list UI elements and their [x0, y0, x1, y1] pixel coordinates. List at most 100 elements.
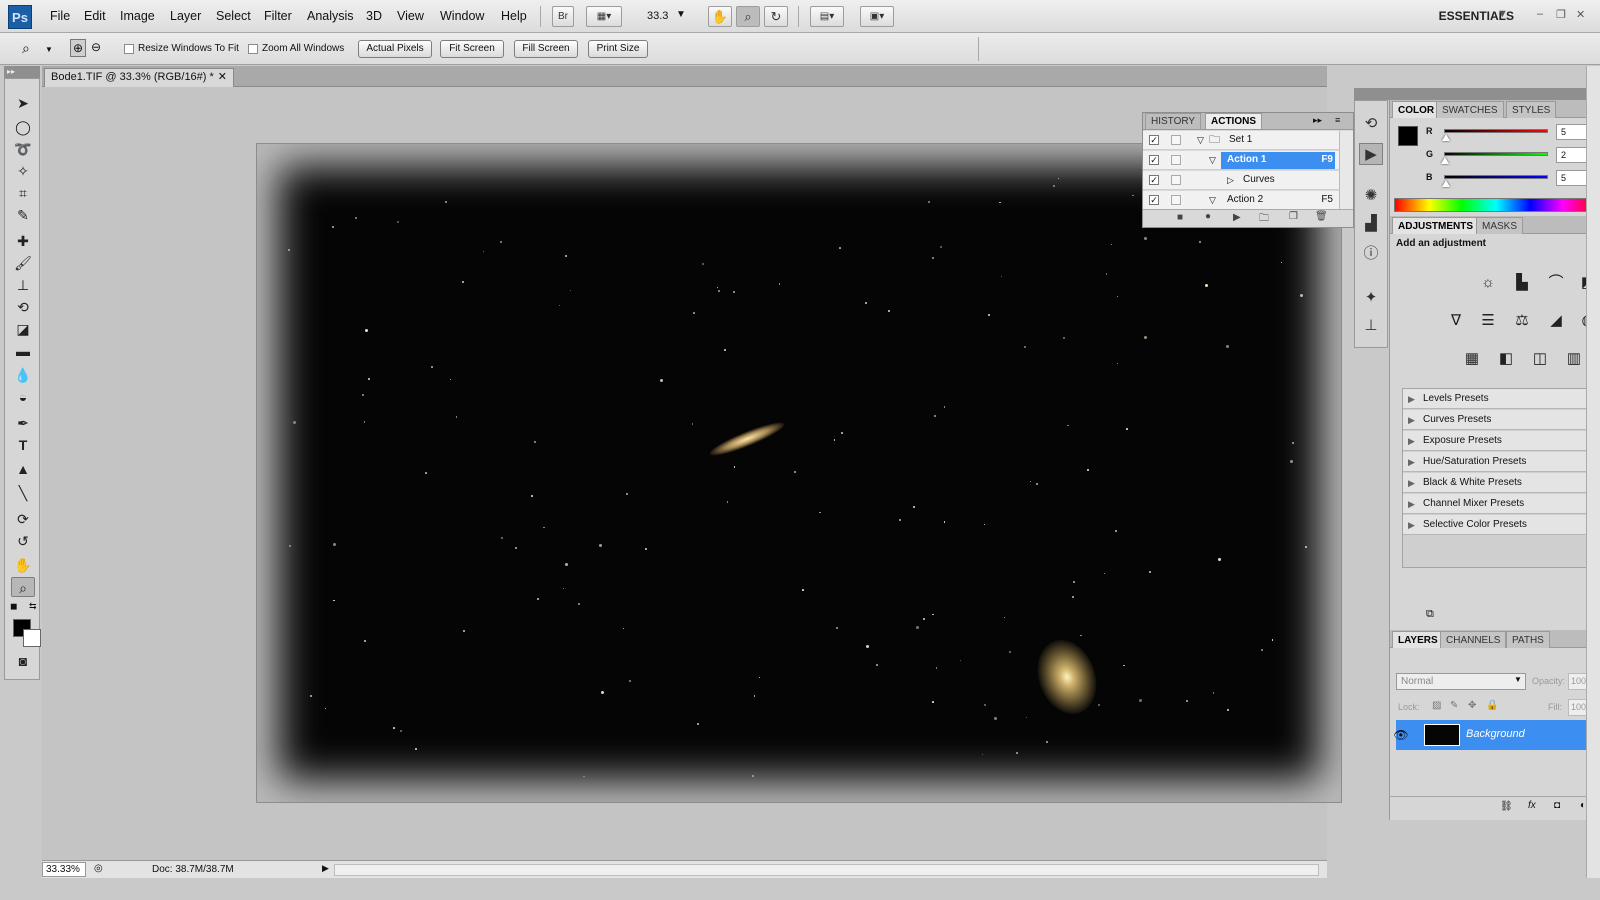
panel-menu-icon[interactable]: ≡: [1335, 115, 1340, 125]
stop-icon[interactable]: ■: [1177, 212, 1183, 223]
navigator-icon[interactable]: ✺: [1359, 185, 1383, 207]
color-balance-icon[interactable]: ⚖: [1510, 310, 1534, 332]
close-icon[interactable]: ✕: [218, 69, 227, 86]
brush-presets-icon[interactable]: ✦: [1359, 287, 1383, 309]
toggle-checkbox[interactable]: ✓: [1149, 195, 1159, 205]
crop-icon[interactable]: ⌗: [11, 183, 35, 203]
menu-help[interactable]: Help: [501, 9, 527, 23]
fx-icon[interactable]: fx: [1528, 800, 1536, 811]
chevron-down-icon[interactable]: ▼: [45, 45, 53, 54]
fit-screen-button[interactable]: Fit Screen: [440, 40, 504, 58]
tab-styles[interactable]: STYLES: [1506, 101, 1557, 118]
line-icon[interactable]: ╲: [11, 483, 35, 503]
background-color-swatch[interactable]: [23, 629, 41, 647]
menu-select[interactable]: Select: [216, 9, 251, 23]
black-white-icon[interactable]: ◢: [1544, 310, 1568, 332]
foreground-color-swatch[interactable]: [1398, 126, 1418, 146]
new-set-icon[interactable]: 🗀: [1259, 211, 1269, 228]
action-row-selected[interactable]: ✓ ▽ Action 1 F9: [1143, 151, 1339, 170]
green-slider[interactable]: [1444, 152, 1548, 156]
red-slider[interactable]: [1444, 129, 1548, 133]
zoom-level-field[interactable]: 33.3: [647, 10, 668, 22]
tab-swatches[interactable]: SWATCHES: [1436, 101, 1504, 118]
history-icon[interactable]: ⟲: [1359, 113, 1383, 135]
layer-row[interactable]: Background: [1396, 720, 1600, 750]
menu-layer[interactable]: Layer: [170, 9, 201, 23]
dialog-toggle[interactable]: [1171, 195, 1181, 205]
zoom-out-icon[interactable]: ⊖: [88, 39, 104, 57]
workspace-chevron-icon[interactable]: ▼: [1497, 8, 1508, 20]
tab-history[interactable]: HISTORY: [1145, 113, 1202, 129]
collapse-triangle-icon[interactable]: ▽: [1209, 151, 1216, 169]
arrange-documents-button[interactable]: ▤▾: [810, 6, 844, 27]
add-mask-icon[interactable]: ◘: [1554, 800, 1560, 811]
blend-mode-select[interactable]: Normal: [1396, 673, 1526, 690]
horizontal-scrollbar[interactable]: [334, 864, 1319, 876]
eraser-icon[interactable]: ◪: [11, 319, 35, 339]
lock-image-icon[interactable]: ✎: [1450, 700, 1458, 711]
levels-icon[interactable]: ▙: [1510, 272, 1534, 294]
menu-view[interactable]: View: [397, 9, 424, 23]
view-extras-button[interactable]: ▦▾: [586, 6, 622, 27]
tab-paths[interactable]: PATHS: [1506, 631, 1550, 648]
blue-slider-thumb[interactable]: [1442, 180, 1451, 187]
preset-selective-color[interactable]: Selective Color Presets: [1403, 515, 1598, 535]
toolbar-collapse-handle[interactable]: ▸▸: [4, 66, 40, 78]
lasso-icon[interactable]: ➰: [11, 139, 35, 159]
curves-icon[interactable]: ⌒: [1544, 272, 1568, 294]
quick-mask-icon[interactable]: ◙: [11, 651, 35, 671]
preset-black-white[interactable]: Black & White Presets: [1403, 473, 1598, 493]
menu-3d[interactable]: 3D: [366, 9, 382, 23]
color-spectrum-bar[interactable]: [1394, 198, 1598, 212]
brightness-contrast-icon[interactable]: ☼: [1476, 272, 1500, 294]
collapse-triangle-icon[interactable]: ▽: [1197, 131, 1204, 149]
eyedropper-icon[interactable]: ✎: [11, 205, 35, 225]
dialog-toggle[interactable]: [1171, 175, 1181, 185]
clone-stamp-icon[interactable]: ⊥: [11, 275, 35, 295]
blue-slider[interactable]: [1444, 175, 1548, 179]
preset-curves[interactable]: Curves Presets: [1403, 410, 1598, 430]
menu-edit[interactable]: Edit: [84, 9, 106, 23]
toggle-checkbox[interactable]: ✓: [1149, 175, 1159, 185]
tab-color[interactable]: COLOR: [1392, 101, 1441, 118]
dialog-toggle[interactable]: [1171, 155, 1181, 165]
pen-icon[interactable]: ✒: [11, 413, 35, 433]
zoom-all-checkbox[interactable]: [248, 44, 258, 54]
red-slider-thumb[interactable]: [1442, 134, 1451, 141]
invert-icon[interactable]: ◧: [1494, 348, 1518, 370]
vibrance-icon[interactable]: ∇: [1444, 310, 1468, 332]
actual-pixels-button[interactable]: Actual Pixels: [358, 40, 432, 58]
histogram-icon[interactable]: ▟: [1359, 213, 1383, 235]
restore-icon[interactable]: ❐: [1556, 8, 1566, 21]
rotate-view-button[interactable]: ↻: [764, 6, 788, 27]
type-icon[interactable]: T: [11, 435, 35, 455]
status-info-icon[interactable]: ◎: [94, 863, 103, 874]
record-icon[interactable]: ●: [1205, 211, 1211, 222]
eye-icon[interactable]: 👁: [1392, 726, 1410, 744]
actions-icon[interactable]: ▶: [1359, 143, 1383, 165]
new-action-icon[interactable]: ❐: [1289, 211, 1298, 222]
bridge-button[interactable]: Br: [552, 6, 574, 27]
trash-icon[interactable]: 🗑: [1315, 211, 1328, 222]
dodge-icon[interactable]: ◒: [11, 387, 35, 407]
green-slider-thumb[interactable]: [1440, 157, 1449, 164]
preset-channel-mixer[interactable]: Channel Mixer Presets: [1403, 494, 1598, 514]
zoom-icon[interactable]: ⌕: [11, 577, 35, 597]
document-tab[interactable]: Bode1.TIF @ 33.3% (RGB/16#) * ✕: [44, 68, 234, 87]
default-colors-icon[interactable]: ◼: [10, 601, 17, 612]
hand-tool-button[interactable]: ✋: [708, 6, 732, 27]
healing-brush-icon[interactable]: ✚: [11, 231, 35, 251]
posterize-icon[interactable]: ◫: [1528, 348, 1552, 370]
action-set-row[interactable]: ✓ ▽ 🗀 Set 1: [1143, 131, 1339, 150]
menu-file[interactable]: File: [50, 9, 70, 23]
menu-window[interactable]: Window: [440, 9, 484, 23]
actions-scrollbar[interactable]: [1339, 131, 1353, 209]
menu-filter[interactable]: Filter: [264, 9, 292, 23]
zoom-tool-preset-icon[interactable]: ⌕: [22, 40, 30, 57]
menu-image[interactable]: Image: [120, 9, 155, 23]
toggle-checkbox[interactable]: ✓: [1149, 135, 1159, 145]
menu-analysis[interactable]: Analysis: [307, 9, 354, 23]
resize-windows-checkbox[interactable]: [124, 44, 134, 54]
lock-position-icon[interactable]: ✥: [1468, 700, 1476, 711]
expand-triangle-icon[interactable]: ▷: [1227, 171, 1234, 189]
